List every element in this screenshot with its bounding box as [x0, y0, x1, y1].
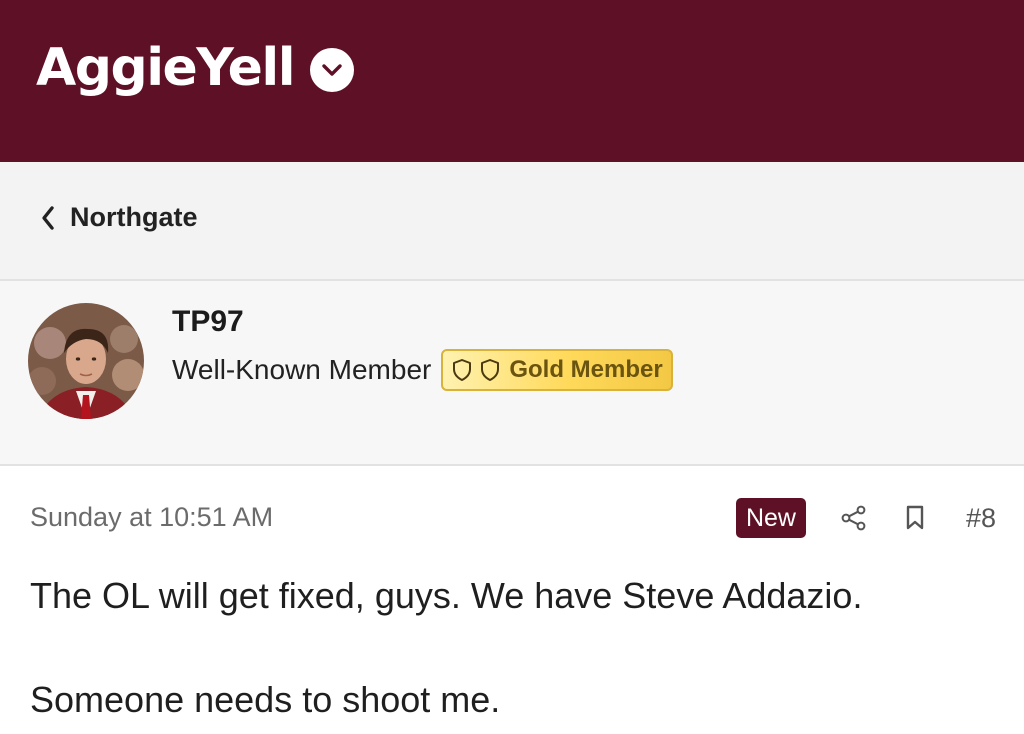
bookmark-icon: [906, 505, 924, 530]
post-body: The OL will get fixed, guys. We have Ste…: [30, 570, 990, 726]
badge-label: Gold Member: [509, 356, 663, 383]
share-icon: [841, 505, 866, 531]
post-paragraph: Someone needs to shoot me.: [30, 679, 501, 720]
bookmark-button[interactable]: [904, 504, 926, 532]
post-meta: Sunday at 10:51 AM New #8: [0, 466, 1024, 546]
site-header: AggieYell: [0, 0, 1024, 162]
post-number-link[interactable]: #8: [966, 503, 996, 534]
site-logo[interactable]: AggieYell: [36, 38, 296, 98]
breadcrumb-label: Northgate: [70, 202, 198, 232]
chevron-down-icon: [322, 64, 342, 76]
share-button[interactable]: [840, 504, 868, 532]
breadcrumb-bar: Northgate: [0, 162, 1024, 281]
avatar[interactable]: [28, 303, 144, 419]
site-brand[interactable]: AggieYell: [36, 38, 355, 98]
shield-icon: [453, 359, 472, 381]
avatar-photo: [28, 303, 144, 419]
breadcrumb-back-link[interactable]: Northgate: [40, 202, 198, 233]
author-username[interactable]: TP97: [172, 305, 244, 339]
chevron-left-icon: [42, 205, 54, 230]
post-author: TP97 Well-Known Member Gold Member: [0, 281, 1024, 466]
author-role-row: Well-Known Member Gold Member: [172, 349, 673, 391]
post-paragraph: The OL will get fixed, guys. We have Ste…: [30, 575, 863, 616]
new-badge: New: [735, 498, 806, 538]
shield-icon: [481, 359, 500, 381]
post-actions: New #8: [735, 498, 996, 538]
post-date[interactable]: Sunday at 10:51 AM: [30, 502, 273, 533]
author-title: Well-Known Member: [172, 354, 432, 385]
gold-member-badge[interactable]: Gold Member: [441, 349, 673, 391]
site-menu-button[interactable]: [310, 48, 355, 92]
